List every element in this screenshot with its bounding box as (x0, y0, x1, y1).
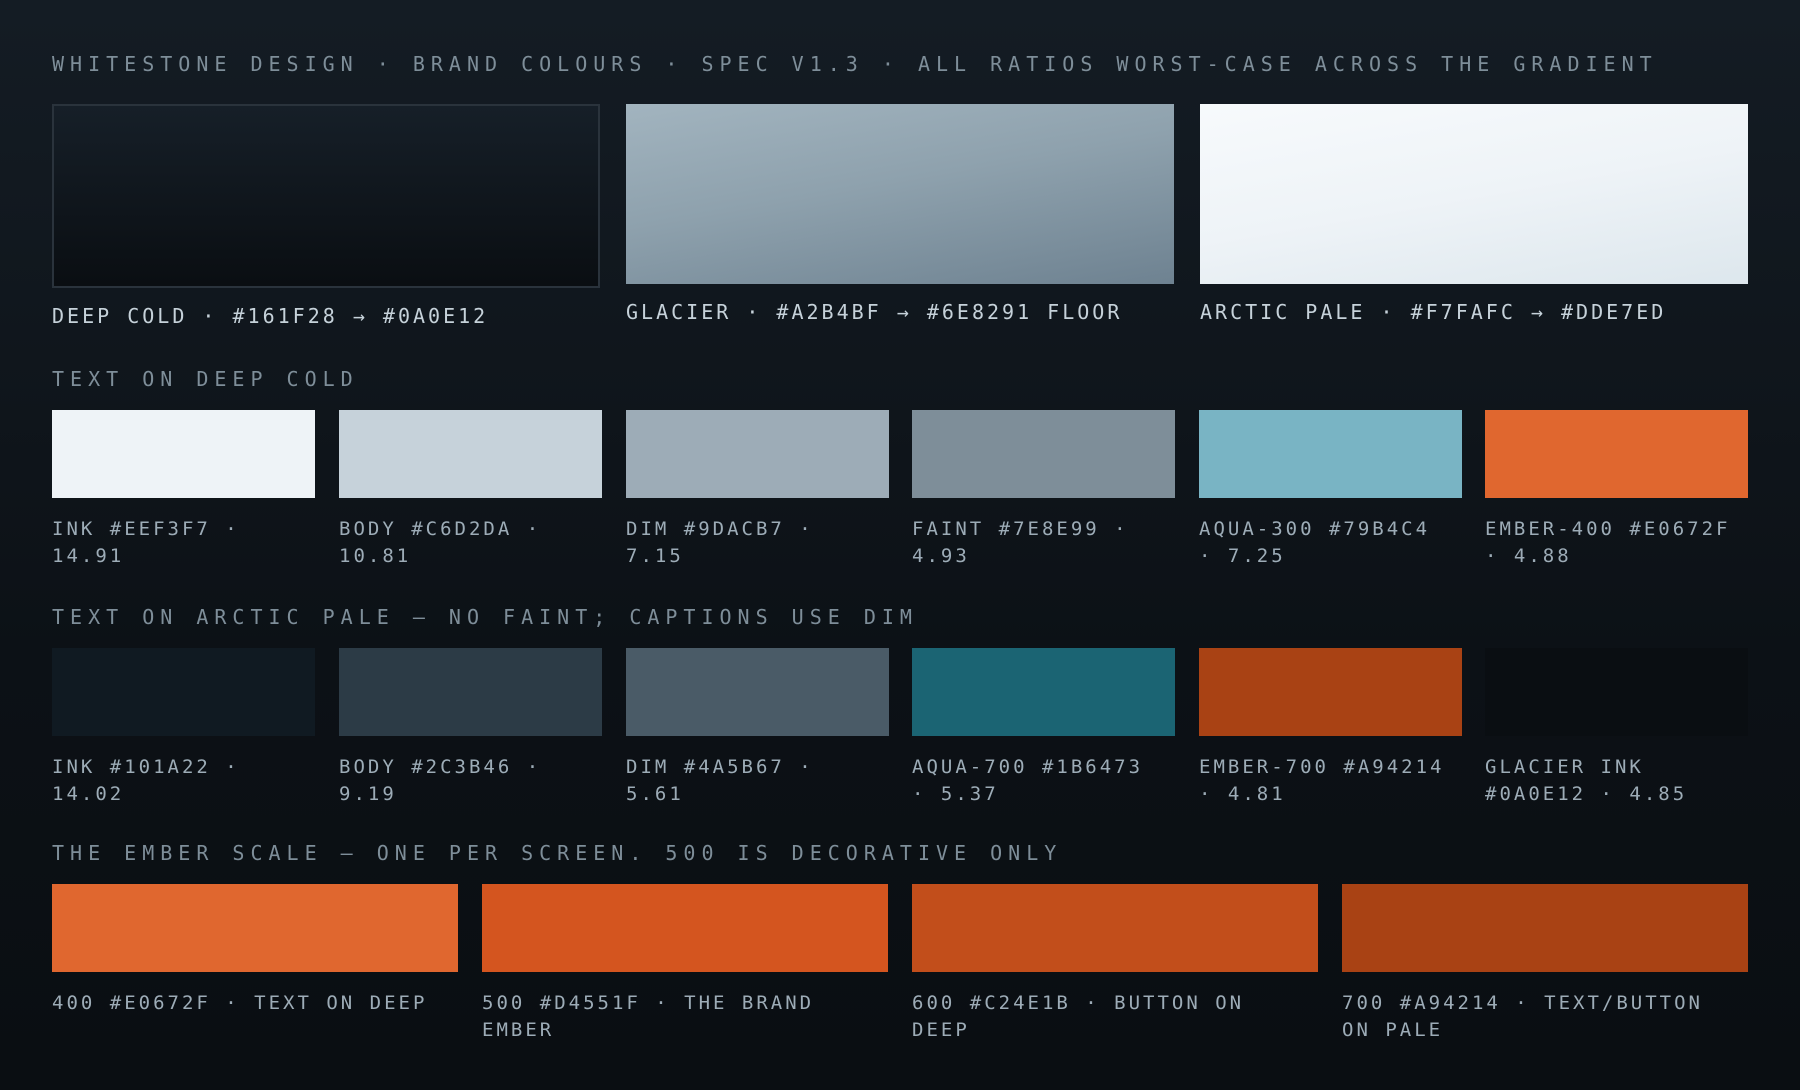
swatch-card: DIM #4A5B67 · 5.61 (626, 648, 889, 808)
color-swatch (482, 884, 888, 972)
hero-arctic-pale: ARCTIC PALE · #F7FAFC → #DDE7ED (1200, 104, 1748, 324)
swatch-label: DIM #9DACB7 · 7.15 (626, 518, 814, 567)
color-swatch (1342, 884, 1748, 972)
ember-card: 500 #D4551F · THE BRAND EMBER (482, 884, 888, 1044)
glacier-label: GLACIER · #A2B4BF → #6E8291 FLOOR (626, 300, 1123, 324)
deep-cold-swatch (52, 104, 600, 288)
color-swatch (1485, 648, 1748, 736)
color-swatch (1199, 648, 1462, 736)
deep-cold-text-grid: INK #EEF3F7 · 14.91 BODY #C6D2DA · 10.81… (52, 410, 1748, 567)
color-swatch (339, 410, 602, 498)
color-swatch (52, 884, 458, 972)
swatch-card: AQUA-700 #1B6473 · 5.37 (912, 648, 1175, 808)
swatch-label: FAINT #7E8E99 · 4.93 (912, 518, 1129, 567)
swatch-label: 500 #D4551F · THE BRAND EMBER (482, 992, 815, 1041)
swatch-label: AQUA-300 #79B4C4 · 7.25 (1199, 518, 1431, 567)
swatch-card: EMBER-700 #A94214 · 4.81 (1199, 648, 1462, 808)
ember-card: 600 #C24E1B · BUTTON ON DEEP (912, 884, 1318, 1044)
swatch-label: 700 #A94214 · TEXT/BUTTON ON PALE (1342, 992, 1703, 1041)
swatch-label: EMBER-400 #E0672F · 4.88 (1485, 518, 1731, 567)
color-swatch (52, 410, 315, 498)
swatch-card: FAINT #7E8E99 · 4.93 (912, 410, 1175, 570)
swatch-card: INK #101A22 · 14.02 (52, 648, 315, 808)
swatch-card: INK #EEF3F7 · 14.91 (52, 410, 315, 570)
section-title-deep: TEXT ON DEEP COLD (52, 367, 359, 391)
swatch-label: GLACIER INK #0A0E12 · 4.85 (1485, 756, 1688, 805)
swatch-card: GLACIER INK #0A0E12 · 4.85 (1485, 648, 1748, 808)
ember-card: 700 #A94214 · TEXT/BUTTON ON PALE (1342, 884, 1748, 1044)
color-swatch (912, 648, 1175, 736)
swatch-label: 400 #E0672F · TEXT ON DEEP (52, 992, 428, 1014)
section-title-ember: THE EMBER SCALE — ONE PER SCREEN. 500 IS… (52, 841, 1063, 865)
swatch-card: EMBER-400 #E0672F · 4.88 (1485, 410, 1748, 570)
swatch-card: BODY #2C3B46 · 9.19 (339, 648, 602, 808)
color-swatch (339, 648, 602, 736)
arctic-pale-text-grid: INK #101A22 · 14.02 BODY #2C3B46 · 9.19 … (52, 648, 1748, 805)
deep-cold-label: DEEP COLD · #161F28 → #0A0E12 (52, 304, 489, 328)
hero-deep-cold: DEEP COLD · #161F28 → #0A0E12 (52, 104, 600, 328)
swatch-label: BODY #C6D2DA · 10.81 (339, 518, 542, 567)
swatch-label: INK #EEF3F7 · 14.91 (52, 518, 240, 567)
swatch-label: AQUA-700 #1B6473 · 5.37 (912, 756, 1144, 805)
page-header: WHITESTONE DESIGN · BRAND COLOURS · SPEC… (52, 52, 1658, 76)
hero-glacier: GLACIER · #A2B4BF → #6E8291 FLOOR (626, 104, 1174, 324)
swatch-label: INK #101A22 · 14.02 (52, 756, 240, 805)
color-swatch (1199, 410, 1462, 498)
ember-card: 400 #E0672F · TEXT ON DEEP (52, 884, 458, 1017)
hero-swatch-row: DEEP COLD · #161F28 → #0A0E12 GLACIER · … (52, 104, 1748, 334)
swatch-card: BODY #C6D2DA · 10.81 (339, 410, 602, 570)
swatch-card: AQUA-300 #79B4C4 · 7.25 (1199, 410, 1462, 570)
swatch-label: 600 #C24E1B · BUTTON ON DEEP (912, 992, 1245, 1041)
color-swatch (626, 648, 889, 736)
swatch-label: BODY #2C3B46 · 9.19 (339, 756, 542, 805)
section-title-pale: TEXT ON ARCTIC PALE — NO FAINT; CAPTIONS… (52, 605, 918, 629)
arctic-pale-swatch (1200, 104, 1748, 284)
color-swatch (626, 410, 889, 498)
swatch-card: DIM #9DACB7 · 7.15 (626, 410, 889, 570)
glacier-swatch (626, 104, 1174, 284)
arctic-pale-label: ARCTIC PALE · #F7FAFC → #DDE7ED (1200, 300, 1667, 324)
swatch-label: DIM #4A5B67 · 5.61 (626, 756, 814, 805)
ember-scale-grid: 400 #E0672F · TEXT ON DEEP 500 #D4551F ·… (52, 884, 1748, 1044)
color-swatch (912, 884, 1318, 972)
color-swatch (52, 648, 315, 736)
color-swatch (912, 410, 1175, 498)
swatch-label: EMBER-700 #A94214 · 4.81 (1199, 756, 1445, 805)
color-swatch (1485, 410, 1748, 498)
